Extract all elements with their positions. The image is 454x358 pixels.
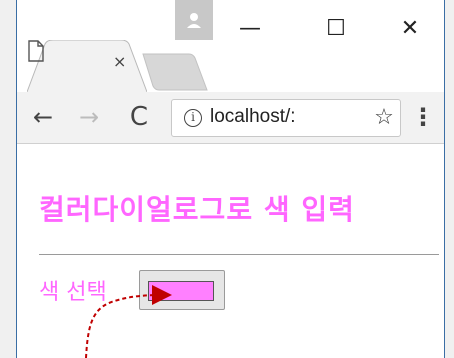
right-window-edge [444,0,454,358]
profile-avatar-button[interactable] [175,0,213,40]
person-icon [187,13,201,28]
page-heading: 컬러다이얼로그로 색 입력 [39,193,355,226]
arrow-right-icon: → [78,103,100,131]
navigation-toolbar: ← → C i localhost/: ☆ ⋮ [17,92,444,144]
tab-shape [27,40,147,92]
star-icon[interactable]: ☆ [372,104,396,132]
minimize-icon: — [239,15,261,41]
url-text[interactable]: localhost/: [210,106,360,130]
back-button[interactable]: ← [29,102,57,132]
forward-button[interactable]: → [75,102,103,132]
left-window-edge [0,0,17,358]
reload-icon: C [129,102,149,132]
document-icon [28,40,44,62]
color-picker-input[interactable] [139,270,225,310]
reload-button[interactable]: C [125,102,153,132]
vertical-dots-icon: ⋮ [411,103,435,131]
tab-strip: × [17,40,444,92]
info-icon[interactable]: i [184,109,202,127]
title-bar: — ☐ ✕ × [17,0,444,92]
color-swatch [148,281,214,301]
screenshot-root: — ☐ ✕ × ← → C i localhost/: ☆ ⋮ 컬러다이얼로그로… [0,0,454,358]
close-icon: ✕ [400,15,420,41]
page-content: 컬러다이얼로그로 색 입력 색 선택 [17,144,444,358]
browser-window: — ☐ ✕ × ← → C i localhost/: ☆ ⋮ 컬러다이얼로그로… [16,0,445,358]
arrow-left-icon: ← [32,103,54,131]
address-bar[interactable]: i localhost/: ☆ [171,99,401,137]
more-menu-button[interactable]: ⋮ [411,102,435,132]
tab-close-button[interactable]: × [113,48,129,76]
horizontal-rule [39,254,439,255]
maximize-icon: ☐ [326,15,346,41]
tab-active[interactable]: × [27,40,147,92]
new-tab-button[interactable] [139,52,209,92]
color-select-label: 색 선택 [39,280,107,305]
